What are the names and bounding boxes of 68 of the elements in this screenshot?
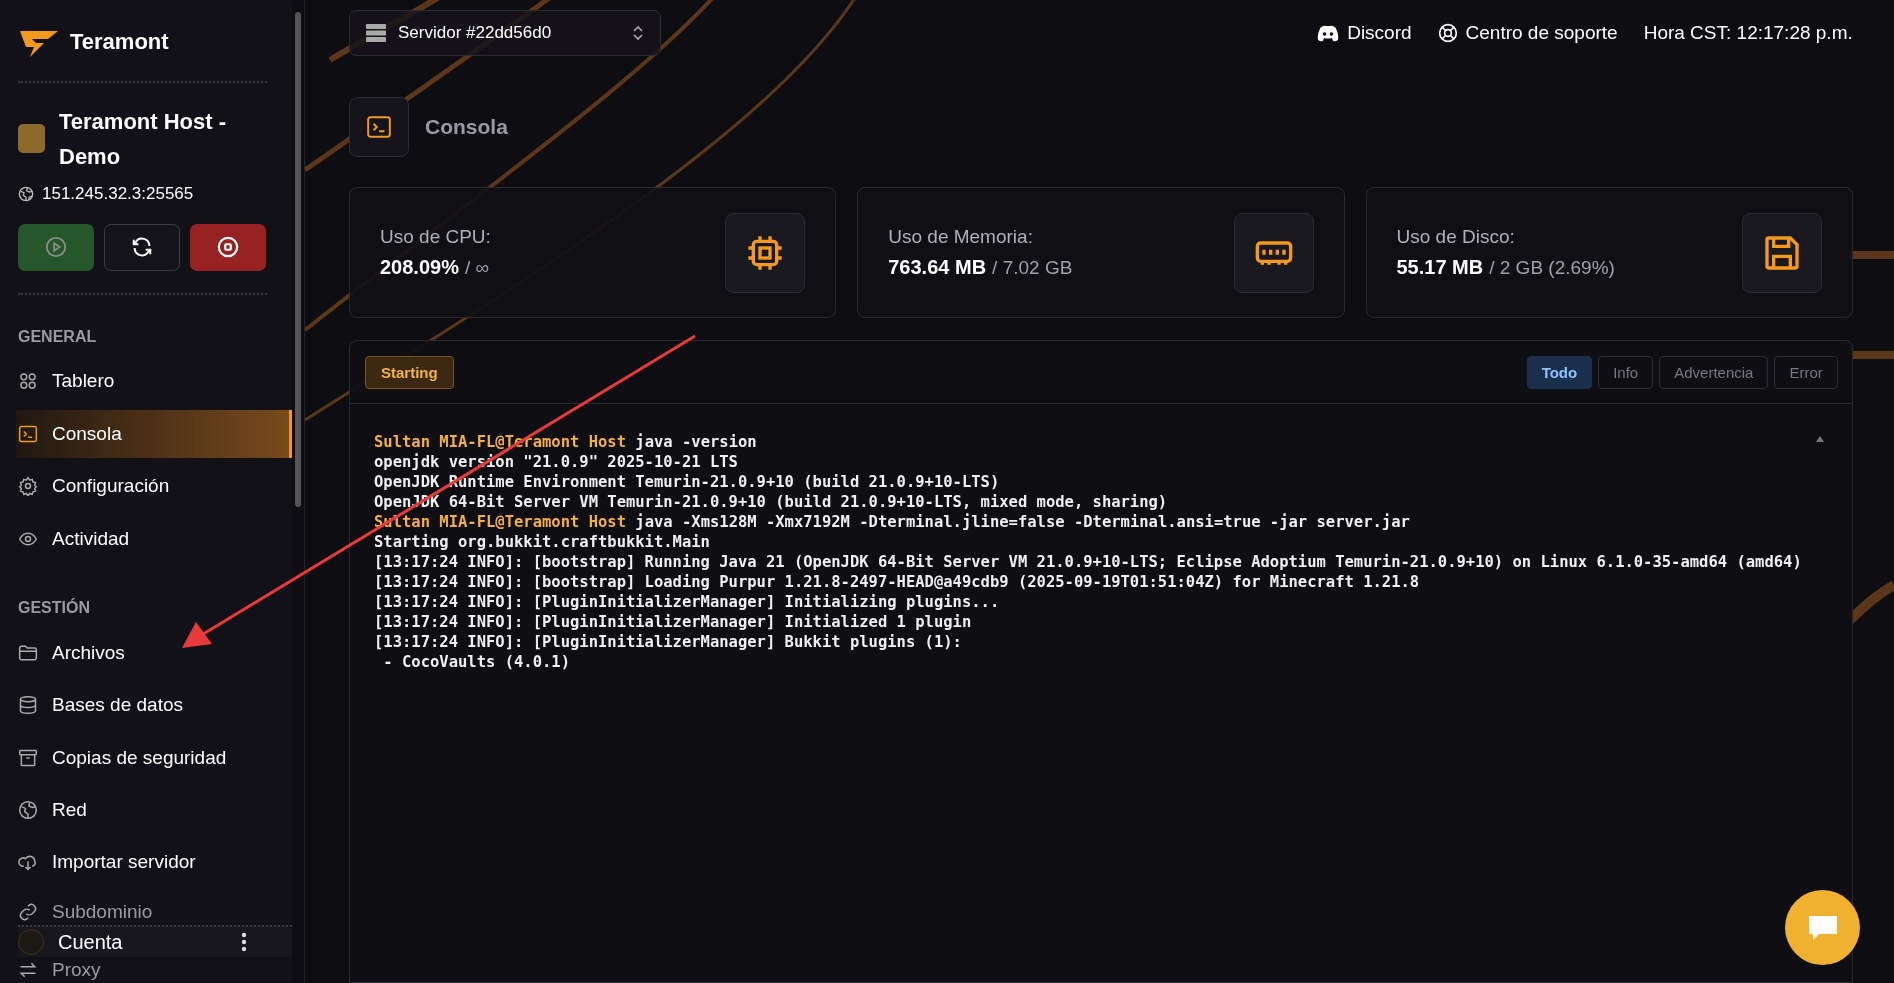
stat-value: 763.64 MB — [888, 256, 987, 279]
status-badge: Starting — [365, 355, 454, 389]
scroll-up-icon[interactable] — [1815, 436, 1824, 442]
play-icon — [45, 236, 67, 259]
server-avatar — [18, 124, 45, 154]
scrollbar[interactable] — [292, 0, 305, 983]
console-line: [13:17:24 INFO]: [PluginInitializerManager] Initializing plugins... — [374, 592, 1001, 612]
refresh-icon — [131, 236, 153, 259]
nav-item[interactable]: Bases de datos — [18, 681, 292, 729]
server-address: 151.245.32.3:25565 — [42, 183, 194, 204]
stop-icon — [217, 236, 239, 259]
stat-label: Uso de Memoria: — [888, 226, 1034, 248]
section-heading: GENERAL — [18, 327, 98, 346]
nav-item[interactable]: Subdominio — [18, 901, 292, 924]
nav-item[interactable]: Tablero — [18, 357, 292, 406]
stat-label: Uso de CPU: — [380, 226, 491, 248]
stop-button[interactable] — [190, 223, 266, 271]
stat-limit: / 7.02 GB — [992, 257, 1073, 279]
server-selector[interactable]: Servidor #22dd56d0 — [349, 10, 661, 56]
console-line: Starting org.bukkit.craftbukkit.Main — [374, 532, 711, 552]
console-line: [13:17:24 INFO]: [PluginInitializerManager] Initialized 1 plugin — [374, 612, 973, 632]
account-avatar — [18, 929, 44, 956]
server-icon — [366, 24, 386, 42]
archive-icon — [18, 747, 38, 768]
restart-button[interactable] — [104, 223, 180, 271]
server-name: Teramont Host - Demo — [59, 107, 228, 171]
filter-tab[interactable]: Todo — [1526, 355, 1593, 389]
terminal-icon — [366, 114, 392, 140]
link-icon — [18, 902, 38, 923]
nav-item[interactable]: Archivos — [18, 629, 292, 677]
section-heading: GESTIÓN — [18, 599, 91, 618]
nav-item[interactable]: Actividad — [18, 514, 292, 563]
page-title: Consola — [425, 115, 508, 139]
nav-item[interactable]: Consola — [16, 410, 292, 458]
chevron-icon — [632, 25, 644, 41]
stat-limit: / ∞ — [464, 257, 490, 279]
clock: Hora CST: 12:17:28 p.m. — [1643, 22, 1853, 44]
nav-item[interactable]: Copias de seguridad — [18, 733, 292, 782]
stat-value: 55.17 MB — [1396, 256, 1484, 279]
console-line: [13:17:24 INFO]: [PluginInitializerManager] Bukkit plugins (1): — [374, 632, 963, 652]
nav-item[interactable]: Configuración — [18, 462, 292, 510]
database-icon — [18, 695, 38, 716]
brand-name: Teramont — [70, 28, 169, 55]
gamepad-icon — [1317, 24, 1340, 42]
filter-tab[interactable]: Info — [1598, 355, 1654, 389]
account-label: Cuenta — [58, 930, 124, 954]
lifebuoy-icon — [1437, 23, 1458, 43]
nav-item[interactable]: Importar servidor — [18, 838, 292, 887]
filter-tab[interactable]: Error — [1774, 355, 1838, 389]
stat-value: 208.09% — [380, 256, 459, 279]
grid-icon — [18, 371, 38, 392]
stat-label: Uso de Disco: — [1396, 226, 1516, 248]
settings-icon — [18, 476, 38, 497]
nav-item[interactable]: Red — [18, 786, 292, 834]
support-link[interactable]: Centro de soporte — [1437, 22, 1618, 44]
globe-icon — [18, 185, 34, 202]
stat-limit: / 2 GB (2.69%) — [1489, 257, 1615, 279]
more-icon[interactable] — [241, 932, 247, 953]
filter-tab[interactable]: Advertencia — [1659, 355, 1769, 389]
account-bar[interactable]: Cuenta — [18, 925, 292, 958]
nav-item[interactable]: Proxy — [18, 959, 292, 982]
terminal-icon — [18, 423, 38, 444]
speech-bubble-icon — [1806, 913, 1839, 942]
console-line: [13:17:24 INFO]: [bootstrap] Running Java 21 (OpenJDK 64-Bit Server VM 21.0.9+10-LTS; Eclipse Adoptium Temurin-21.0.9+10) on Linux 6.1.0-35-amd64 (amd64) — [374, 552, 1802, 572]
console-line: - CocoVaults (4.0.1) — [382, 652, 571, 672]
chat-link[interactable]: Discord — [1317, 22, 1412, 44]
console-line: [13:17:24 INFO]: [bootstrap] Loading Purpur 1.21.8-2497-HEAD@a49cdb9 (2025-09-19T01:51:04Z) for Minecraft 1.21.8 — [374, 572, 1421, 592]
globe-icon — [18, 800, 38, 820]
